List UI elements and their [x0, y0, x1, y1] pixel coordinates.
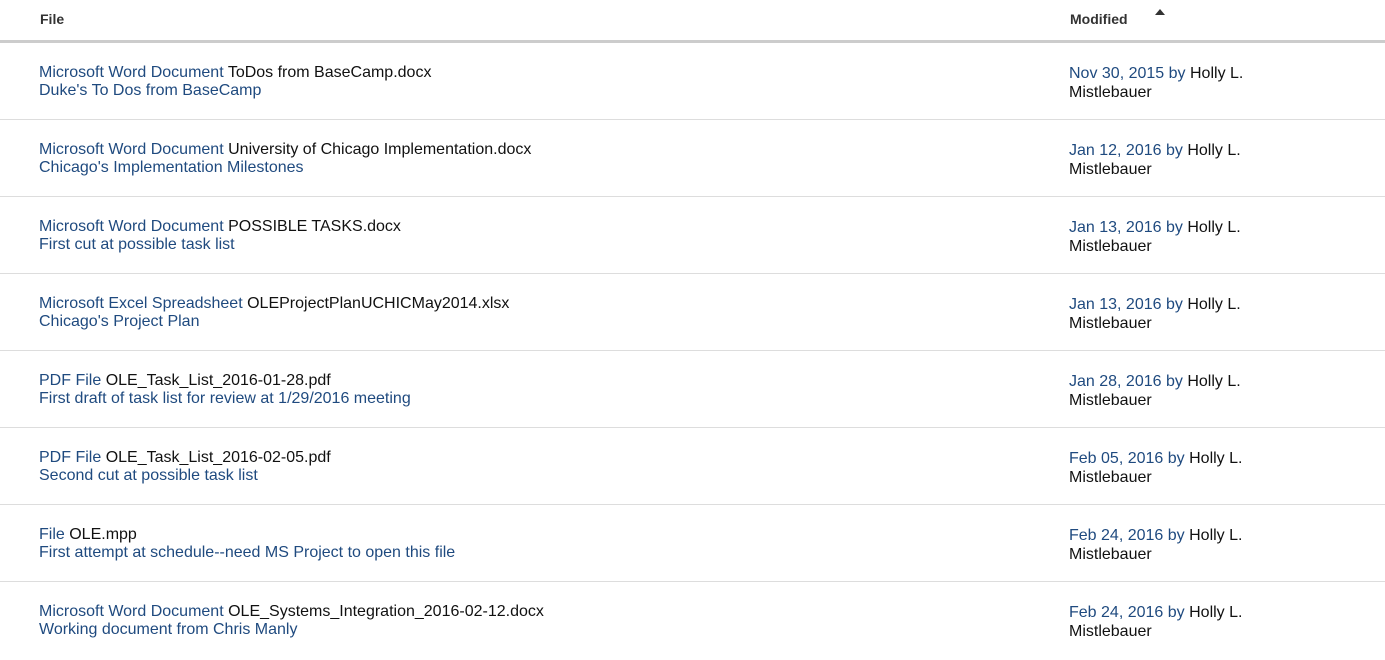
file-cell: PDF File OLE_Task_List_2016-01-28.pdf Fi…	[39, 372, 411, 408]
file-comment[interactable]: Duke's To Dos from BaseCamp	[39, 82, 431, 100]
file-name[interactable]: OLE_Systems_Integration_2016-02-12.docx	[228, 603, 544, 620]
author-name-first[interactable]: Holly L.	[1187, 142, 1240, 159]
file-name[interactable]: OLE_Task_List_2016-01-28.pdf	[106, 372, 331, 389]
author-name-first[interactable]: Holly L.	[1189, 527, 1242, 544]
file-type-link[interactable]: PDF File	[39, 372, 101, 389]
file-comment[interactable]: Chicago's Project Plan	[39, 313, 509, 331]
author-name-last[interactable]: Mistlebauer	[1069, 237, 1329, 256]
table-row: PDF File OLE_Task_List_2016-01-28.pdf Fi…	[0, 351, 1385, 428]
author-name-first[interactable]: Holly L.	[1187, 219, 1240, 236]
modified-cell: Jan 13, 2016 by Holly L. Mistlebauer	[1069, 218, 1329, 256]
modified-cell: Feb 24, 2016 by Holly L. Mistlebauer	[1069, 526, 1329, 564]
by-label: by	[1168, 65, 1186, 82]
file-name[interactable]: University of Chicago Implementation.doc…	[228, 141, 531, 158]
by-label: by	[1167, 604, 1185, 621]
file-name[interactable]: POSSIBLE TASKS.docx	[228, 218, 401, 235]
modified-date[interactable]: Nov 30, 2015	[1069, 65, 1164, 82]
file-cell: Microsoft Word Document ToDos from BaseC…	[39, 64, 431, 100]
file-comment[interactable]: Second cut at possible task list	[39, 467, 331, 485]
file-name[interactable]: ToDos from BaseCamp.docx	[228, 64, 432, 81]
table-row: Microsoft Word Document POSSIBLE TASKS.d…	[0, 197, 1385, 274]
file-type-link[interactable]: PDF File	[39, 449, 101, 466]
modified-date[interactable]: Feb 05, 2016	[1069, 450, 1163, 467]
modified-cell: Jan 28, 2016 by Holly L. Mistlebauer	[1069, 372, 1329, 410]
file-comment[interactable]: First cut at possible task list	[39, 236, 401, 254]
modified-cell: Jan 12, 2016 by Holly L. Mistlebauer	[1069, 141, 1329, 179]
table-row: File OLE.mpp First attempt at schedule--…	[0, 505, 1385, 582]
by-label: by	[1167, 527, 1185, 544]
modified-date[interactable]: Jan 12, 2016	[1069, 142, 1162, 159]
table-row: PDF File OLE_Task_List_2016-02-05.pdf Se…	[0, 428, 1385, 505]
table-row: Microsoft Excel Spreadsheet OLEProjectPl…	[0, 274, 1385, 351]
file-type-link[interactable]: Microsoft Word Document	[39, 141, 224, 158]
file-comment[interactable]: Working document from Chris Manly	[39, 621, 544, 639]
author-name-first[interactable]: Holly L.	[1187, 296, 1240, 313]
author-name-first[interactable]: Holly L.	[1189, 450, 1242, 467]
column-header-modified[interactable]: Modified	[1070, 11, 1128, 27]
author-name-last[interactable]: Mistlebauer	[1069, 160, 1329, 179]
author-name-last[interactable]: Mistlebauer	[1069, 83, 1329, 102]
table-row: Microsoft Word Document University of Ch…	[0, 120, 1385, 197]
modified-date[interactable]: Feb 24, 2016	[1069, 604, 1163, 621]
modified-date[interactable]: Jan 13, 2016	[1069, 296, 1162, 313]
by-label: by	[1165, 142, 1183, 159]
modified-date[interactable]: Jan 13, 2016	[1069, 219, 1162, 236]
table-header: File Modified	[0, 0, 1385, 43]
table-row: Microsoft Word Document ToDos from BaseC…	[0, 43, 1385, 120]
file-type-link[interactable]: File	[39, 526, 65, 543]
modified-date[interactable]: Jan 28, 2016	[1069, 373, 1162, 390]
author-name-first[interactable]: Holly L.	[1187, 373, 1240, 390]
table-row: Microsoft Word Document OLE_Systems_Inte…	[0, 582, 1385, 658]
modified-cell: Nov 30, 2015 by Holly L. Mistlebauer	[1069, 64, 1329, 102]
file-name[interactable]: OLEProjectPlanUCHICMay2014.xlsx	[247, 295, 509, 312]
author-name-first[interactable]: Holly L.	[1190, 65, 1243, 82]
file-name[interactable]: OLE_Task_List_2016-02-05.pdf	[106, 449, 331, 466]
column-header-file[interactable]: File	[40, 11, 64, 27]
by-label: by	[1165, 296, 1183, 313]
file-type-link[interactable]: Microsoft Word Document	[39, 218, 224, 235]
author-name-last[interactable]: Mistlebauer	[1069, 622, 1329, 641]
by-label: by	[1167, 450, 1185, 467]
modified-cell: Jan 13, 2016 by Holly L. Mistlebauer	[1069, 295, 1329, 333]
file-comment[interactable]: First draft of task list for review at 1…	[39, 390, 411, 408]
attachments-table: File Modified Microsoft Word Document To…	[0, 0, 1385, 658]
author-name-first[interactable]: Holly L.	[1189, 604, 1242, 621]
file-cell: Microsoft Excel Spreadsheet OLEProjectPl…	[39, 295, 509, 331]
file-type-link[interactable]: Microsoft Excel Spreadsheet	[39, 295, 243, 312]
file-comment[interactable]: Chicago's Implementation Milestones	[39, 159, 531, 177]
sort-ascending-icon[interactable]	[1155, 9, 1165, 15]
file-cell: Microsoft Word Document University of Ch…	[39, 141, 531, 177]
author-name-last[interactable]: Mistlebauer	[1069, 545, 1329, 564]
author-name-last[interactable]: Mistlebauer	[1069, 468, 1329, 487]
file-cell: File OLE.mpp First attempt at schedule--…	[39, 526, 455, 562]
modified-date[interactable]: Feb 24, 2016	[1069, 527, 1163, 544]
by-label: by	[1165, 373, 1183, 390]
by-label: by	[1165, 219, 1183, 236]
file-type-link[interactable]: Microsoft Word Document	[39, 64, 224, 81]
file-cell: Microsoft Word Document POSSIBLE TASKS.d…	[39, 218, 401, 254]
modified-cell: Feb 05, 2016 by Holly L. Mistlebauer	[1069, 449, 1329, 487]
author-name-last[interactable]: Mistlebauer	[1069, 314, 1329, 333]
file-comment[interactable]: First attempt at schedule--need MS Proje…	[39, 544, 455, 562]
author-name-last[interactable]: Mistlebauer	[1069, 391, 1329, 410]
file-type-link[interactable]: Microsoft Word Document	[39, 603, 224, 620]
modified-cell: Feb 24, 2016 by Holly L. Mistlebauer	[1069, 603, 1329, 641]
file-cell: PDF File OLE_Task_List_2016-02-05.pdf Se…	[39, 449, 331, 485]
file-name[interactable]: OLE.mpp	[69, 526, 137, 543]
file-cell: Microsoft Word Document OLE_Systems_Inte…	[39, 603, 544, 639]
